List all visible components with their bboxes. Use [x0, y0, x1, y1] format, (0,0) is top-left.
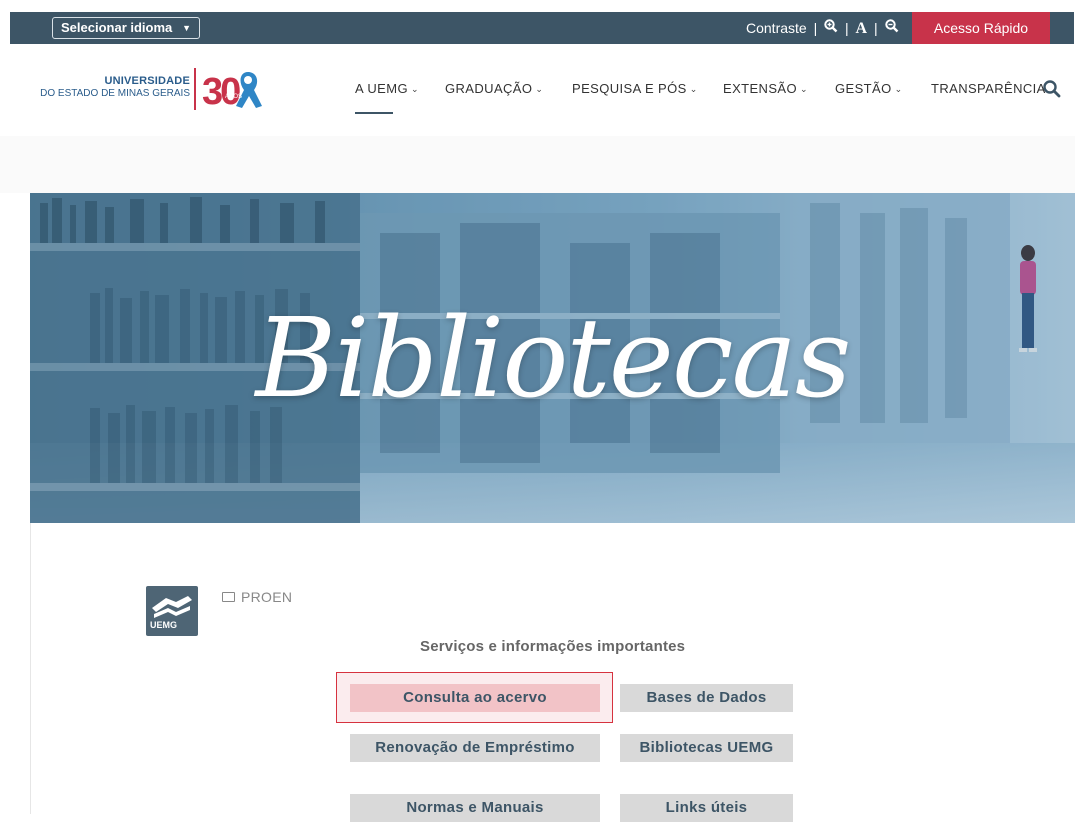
nav-item-label: GESTÃO: [835, 81, 892, 96]
nav-item-label: TRANSPARÊNCIA: [931, 81, 1046, 96]
normas-manuais-button[interactable]: Normas e Manuais: [350, 794, 600, 822]
banner-image: Bibliotecas: [30, 193, 1075, 523]
nav-item-label: GRADUAÇÃO: [445, 81, 533, 96]
separator: |: [874, 20, 878, 36]
separator: |: [845, 20, 849, 36]
banner-title: Bibliotecas: [255, 294, 852, 422]
language-select-label: Selecionar idioma: [61, 20, 173, 35]
language-select[interactable]: Selecionar idioma ▼: [52, 17, 200, 39]
nav-item-a-uemg[interactable]: A UEMG ⌄: [355, 81, 419, 96]
nav-item-extensao[interactable]: EXTENSÃO ⌄: [723, 81, 808, 96]
quick-access-button[interactable]: Acesso Rápido: [912, 12, 1050, 44]
uemg-logo-text: UEMG: [150, 620, 177, 630]
links-uteis-button[interactable]: Links úteis: [620, 794, 793, 822]
contrast-link[interactable]: Contraste: [746, 12, 807, 44]
font-size-link[interactable]: A: [856, 13, 868, 45]
uemg-logo-mark: [152, 596, 192, 618]
nav-item-pesquisa-e-pos[interactable]: PESQUISA E PÓS ⌄: [572, 81, 698, 96]
nav-item-label: EXTENSÃO: [723, 81, 797, 96]
category-label: PROEN: [241, 589, 293, 605]
site-header: UNIVERSIDADE DO ESTADO DE MINAS GERAIS 3…: [0, 44, 1075, 136]
nav-active-indicator: [355, 112, 393, 114]
accessibility-bar: Contraste | | A |: [746, 12, 899, 44]
dropdown-arrow-icon: ▼: [182, 23, 191, 33]
nav-item-label: A UEMG: [355, 81, 408, 96]
zoom-out-icon[interactable]: [884, 12, 899, 44]
section-title: Serviços e informações importantes: [420, 638, 686, 655]
nav-item-transparencia[interactable]: TRANSPARÊNCIA: [931, 81, 1046, 96]
separator: |: [813, 20, 818, 36]
bases-de-dados-button[interactable]: Bases de Dados: [620, 684, 793, 712]
folder-icon: [222, 592, 235, 602]
chevron-down-icon: ⌄: [689, 84, 698, 94]
bibliotecas-uemg-button[interactable]: Bibliotecas UEMG: [620, 734, 793, 762]
top-bar: Selecionar idioma ▼ Contraste | | A | Ac…: [10, 12, 1074, 44]
content-area: [0, 523, 1075, 814]
content-left-border: [30, 523, 31, 814]
nav-item-label: PESQUISA E PÓS: [572, 81, 687, 96]
chevron-down-icon: ⌄: [535, 84, 544, 94]
zoom-in-icon[interactable]: [824, 12, 838, 44]
renovacao-emprestimo-button[interactable]: Renovação de Empréstimo: [350, 734, 600, 762]
nav-item-gestao[interactable]: GESTÃO ⌄: [835, 81, 903, 96]
chevron-down-icon: ⌄: [894, 84, 903, 94]
nav-item-graduacao[interactable]: GRADUAÇÃO ⌄: [445, 81, 543, 96]
uemg-logo: UEMG: [146, 586, 198, 636]
consulta-acervo-button[interactable]: Consulta ao acervo: [350, 684, 600, 712]
search-icon[interactable]: [1042, 79, 1062, 99]
category-link[interactable]: PROEN: [222, 589, 292, 605]
chevron-down-icon: ⌄: [410, 84, 419, 94]
header-spacer: [0, 136, 1075, 193]
chevron-down-icon: ⌄: [800, 84, 808, 94]
main-nav: A UEMG ⌄ GRADUAÇÃO ⌄ PESQUISA E PÓS ⌄ EXTEN…: [0, 44, 1075, 136]
